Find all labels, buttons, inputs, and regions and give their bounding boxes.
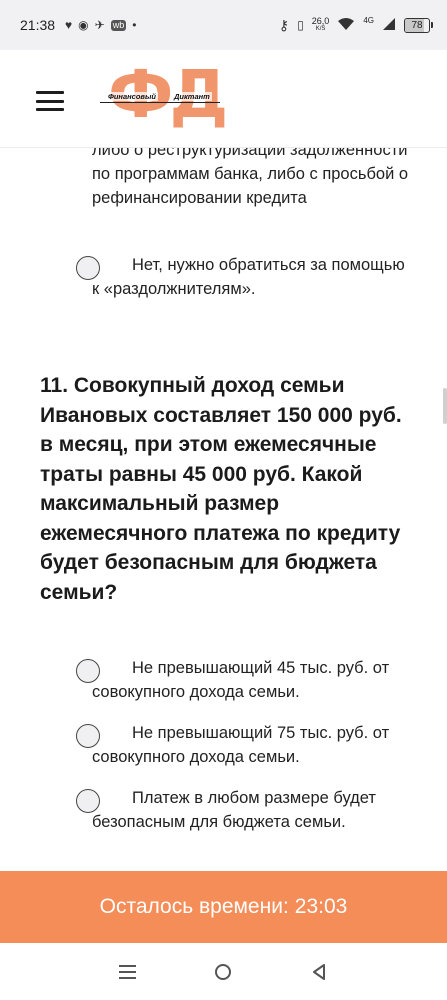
menu-line: [36, 99, 64, 103]
prev-option-1-text: либо о реструктуризации задолженности по…: [92, 141, 409, 207]
recent-line: [119, 964, 137, 967]
prev-option-2[interactable]: Нет, нужно обратиться за помощью к «разд…: [76, 253, 416, 301]
timer-bar: Осталось времени: 23:03: [0, 871, 447, 943]
radio-button[interactable]: [76, 724, 100, 748]
answer-option-3-text: Платеж в любом размере будет безопасным …: [92, 789, 376, 831]
answer-option-2-text: Не превышающий 75 тыс. руб. от совокупно…: [92, 724, 390, 766]
back-triangle: [313, 963, 326, 980]
question-title: 11. Совокупный доход семьи Ивановых сост…: [40, 374, 402, 604]
answer-option-3[interactable]: Платеж в любом размере будет безопасным …: [76, 786, 416, 834]
answer-option-2[interactable]: Не превышающий 75 тыс. руб. от совокупно…: [76, 721, 416, 769]
timer-value: 23:03: [294, 895, 348, 918]
menu-line: [36, 108, 64, 111]
logo-word-financial: Финансовый: [106, 92, 158, 101]
quiz-content: либо о реструктуризации задолженности по…: [0, 0, 447, 1000]
recent-apps-icon[interactable]: [113, 957, 143, 987]
radio-button[interactable]: [76, 256, 100, 280]
back-icon[interactable]: [304, 957, 334, 987]
prev-option-1[interactable]: либо о реструктуризации задолженности по…: [76, 138, 416, 210]
site-header: ФД Финансовый Диктант: [0, 50, 447, 148]
home-circle: [215, 963, 232, 980]
menu-line: [36, 91, 64, 94]
radio-button[interactable]: [76, 789, 100, 813]
recent-line: [119, 976, 137, 979]
prev-option-2-text: Нет, нужно обратиться за помощью к «разд…: [92, 256, 405, 298]
answer-option-1[interactable]: Не превышающий 45 тыс. руб. от совокупно…: [76, 656, 416, 704]
logo-line: [100, 102, 220, 103]
recent-apps-lines: [119, 964, 137, 979]
menu-icon[interactable]: [36, 91, 64, 111]
recent-line: [119, 970, 137, 973]
home-icon[interactable]: [208, 957, 238, 987]
logo-word-dictation: Диктант: [172, 92, 212, 101]
logo[interactable]: ФД Финансовый Диктант: [100, 56, 228, 142]
scrollbar[interactable]: [443, 388, 447, 424]
timer-label: Осталось времени:: [99, 895, 289, 918]
radio-button[interactable]: [76, 659, 100, 683]
system-nav-bar: [0, 943, 447, 1000]
answer-option-1-text: Не превышающий 45 тыс. руб. от совокупно…: [92, 659, 390, 701]
